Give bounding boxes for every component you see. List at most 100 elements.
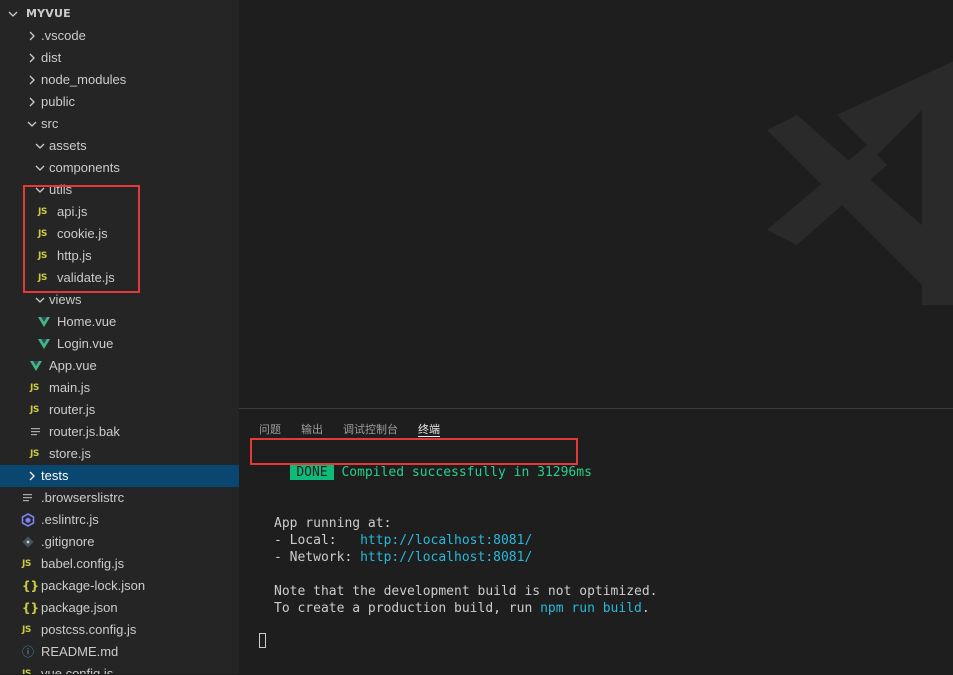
vscode-logo-watermark bbox=[767, 61, 953, 305]
tree-item-label: App.vue bbox=[49, 358, 97, 373]
network-label: - Network: bbox=[274, 550, 361, 565]
tab-terminal[interactable]: 终端 bbox=[418, 421, 440, 437]
tree-item-label: package-lock.json bbox=[41, 578, 146, 593]
text-file-icon bbox=[23, 494, 32, 502]
js-file-icon: JS bbox=[30, 405, 39, 415]
file-readme-md[interactable]: ⓘ README.md bbox=[0, 641, 239, 663]
tree-item-label: router.js.bak bbox=[49, 424, 120, 439]
file-eslintrc-js[interactable]: .eslintrc.js bbox=[0, 509, 239, 531]
text-file-icon bbox=[31, 428, 40, 436]
bottom-panel: 问题 输出 调试控制台 终端 DONE Compiled successfull… bbox=[239, 408, 953, 675]
app-running-line: App running at: bbox=[274, 516, 392, 531]
js-file-icon: JS bbox=[30, 449, 39, 459]
chevron-right-icon bbox=[29, 53, 35, 63]
note-line-1: Note that the development build is not o… bbox=[274, 584, 658, 599]
info-icon: ⓘ bbox=[22, 645, 35, 659]
eslint-icon bbox=[21, 513, 35, 527]
chevron-down-icon bbox=[35, 297, 45, 303]
chevron-down-icon bbox=[35, 143, 45, 149]
tree-item-label: tests bbox=[41, 468, 69, 483]
folder-vscode[interactable]: .vscode bbox=[0, 25, 239, 47]
tree-item-label: Home.vue bbox=[57, 314, 117, 329]
tab-output[interactable]: 输出 bbox=[301, 421, 323, 437]
file-vue-config-js[interactable]: JS vue.config.js bbox=[0, 663, 239, 674]
file-router-js[interactable]: JS router.js bbox=[0, 399, 239, 421]
file-main-js[interactable]: JS main.js bbox=[0, 377, 239, 399]
json-file-icon: {} bbox=[22, 579, 40, 593]
file-package-json[interactable]: {} package.json bbox=[0, 597, 239, 619]
tree-item-label: .gitignore bbox=[41, 534, 95, 549]
chevron-down-icon bbox=[8, 11, 18, 17]
folder-tests[interactable]: tests bbox=[0, 465, 239, 487]
tree-item-label: package.json bbox=[41, 600, 118, 615]
tree-item-label: components bbox=[49, 160, 120, 175]
tree-item-label: babel.config.js bbox=[41, 556, 125, 571]
terminal-cursor[interactable] bbox=[259, 633, 266, 648]
file-store-js[interactable]: JS store.js bbox=[0, 443, 239, 465]
highlight-box-done bbox=[250, 438, 578, 465]
highlight-box-utils bbox=[23, 185, 140, 293]
local-url-link[interactable]: http://localhost:8081/ bbox=[360, 533, 532, 548]
tree-item-label: postcss.config.js bbox=[41, 622, 137, 637]
file-login-vue[interactable]: Login.vue bbox=[0, 333, 239, 355]
folder-components[interactable]: components bbox=[0, 157, 239, 179]
active-tab-indicator bbox=[418, 436, 440, 437]
file-package-lock-json[interactable]: {} package-lock.json bbox=[0, 575, 239, 597]
tree-item-label: node_modules bbox=[41, 72, 127, 87]
file-postcss-config-js[interactable]: JS postcss.config.js bbox=[0, 619, 239, 641]
note-line-2: To create a production build, run npm ru… bbox=[274, 600, 650, 617]
note-line-2-suffix: . bbox=[641, 601, 650, 616]
tab-problems[interactable]: 问题 bbox=[259, 421, 281, 437]
chevron-right-icon bbox=[29, 75, 35, 85]
folder-node-modules[interactable]: node_modules bbox=[0, 69, 239, 91]
json-file-icon: {} bbox=[22, 601, 40, 615]
file-babel-config-js[interactable]: JS babel.config.js bbox=[0, 553, 239, 575]
chevron-right-icon bbox=[29, 471, 35, 481]
local-label: - Local: bbox=[274, 533, 361, 548]
tree-item-label: main.js bbox=[49, 380, 91, 395]
folder-src[interactable]: src bbox=[0, 113, 239, 135]
git-icon bbox=[22, 536, 34, 548]
tree-item-label: dist bbox=[41, 50, 62, 65]
editor-area[interactable] bbox=[239, 0, 953, 408]
tree-item-label: assets bbox=[49, 138, 87, 153]
file-router-js-bak[interactable]: router.js.bak bbox=[0, 421, 239, 443]
tree-item-label: store.js bbox=[49, 446, 91, 461]
folder-assets[interactable]: assets bbox=[0, 135, 239, 157]
js-file-icon: JS bbox=[22, 625, 31, 635]
tree-item-label: .browserslistrc bbox=[41, 490, 125, 505]
js-file-icon: JS bbox=[30, 383, 39, 393]
vue-file-icon bbox=[38, 339, 50, 349]
vue-file-icon bbox=[30, 361, 42, 371]
explorer-title: MYVUE bbox=[26, 7, 71, 20]
network-url-link[interactable]: http://localhost:8081/ bbox=[360, 550, 532, 565]
js-file-icon: JS bbox=[22, 669, 31, 674]
tree-item-label: public bbox=[41, 94, 75, 109]
tree-item-label: README.md bbox=[41, 644, 119, 659]
folder-dist[interactable]: dist bbox=[0, 47, 239, 69]
file-home-vue[interactable]: Home.vue bbox=[0, 311, 239, 333]
tree-item-label: src bbox=[41, 116, 59, 131]
file-app-vue[interactable]: App.vue bbox=[0, 355, 239, 377]
chevron-right-icon bbox=[29, 31, 35, 41]
tree-item-label: .eslintrc.js bbox=[41, 512, 99, 527]
network-url-line: - Network: http://localhost:8081/ bbox=[274, 549, 532, 566]
local-url-line: - Local: http://localhost:8081/ bbox=[274, 532, 532, 549]
tab-debug-console[interactable]: 调试控制台 bbox=[343, 421, 398, 437]
done-badge: DONE bbox=[290, 465, 334, 480]
vue-file-icon bbox=[38, 317, 50, 327]
tree-item-label: Login.vue bbox=[57, 336, 114, 351]
chevron-down-icon bbox=[35, 165, 45, 171]
file-browserslistrc[interactable]: .browserslistrc bbox=[0, 487, 239, 509]
tree-item-label: vue.config.js bbox=[41, 666, 114, 674]
tree-item-label: router.js bbox=[49, 402, 96, 417]
explorer-sidebar: MYVUE .vscode dist node_modulespublic src as… bbox=[0, 0, 239, 674]
file-gitignore[interactable]: .gitignore bbox=[0, 531, 239, 553]
explorer-section-header[interactable]: MYVUE bbox=[0, 3, 239, 25]
chevron-down-icon bbox=[27, 121, 37, 127]
js-file-icon: JS bbox=[22, 559, 31, 569]
folder-public[interactable]: public bbox=[0, 91, 239, 113]
done-message: Compiled successfully in 31296ms bbox=[341, 465, 592, 480]
tree-item-label: .vscode bbox=[41, 28, 86, 43]
chevron-right-icon bbox=[29, 97, 35, 107]
